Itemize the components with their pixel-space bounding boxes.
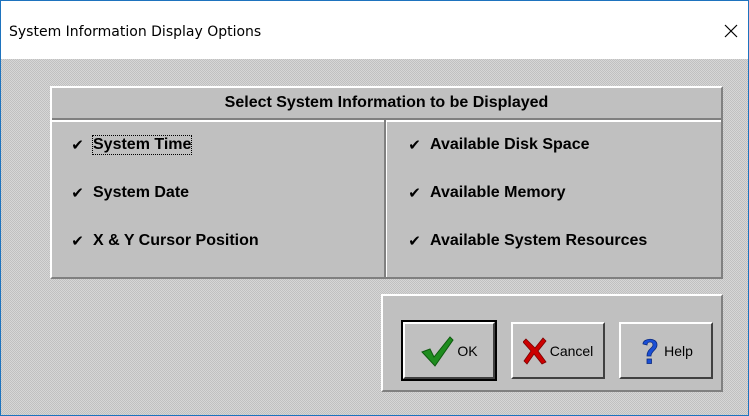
help-button[interactable]: Help <box>619 322 713 379</box>
column-divider <box>384 120 387 277</box>
ok-button[interactable]: OK <box>401 320 497 381</box>
cancel-button[interactable]: Cancel <box>511 322 605 379</box>
checkbox-label: System Date <box>93 184 190 201</box>
button-panel: OK Cancel Help <box>381 294 723 392</box>
checkbox-label: X & Y Cursor Position <box>93 232 259 249</box>
check-icon <box>420 335 455 367</box>
checkbox-check-icon: ✔ <box>71 183 84 202</box>
checkbox-label: Available System Resources <box>430 232 648 249</box>
help-label: Help <box>664 342 693 359</box>
checkbox-system-resources[interactable]: ✔ Available System Resources <box>408 232 647 250</box>
close-icon <box>724 24 738 38</box>
title-bar: System Information Display Options <box>1 1 748 59</box>
checkbox-cursor-position[interactable]: ✔ X & Y Cursor Position <box>71 231 259 250</box>
checkbox-available-memory[interactable]: ✔ Available Memory <box>408 184 565 202</box>
checkbox-label: Available Memory <box>430 184 566 201</box>
checkbox-system-date[interactable]: ✔ System Date <box>71 184 189 202</box>
checkbox-check-icon: ✔ <box>408 231 421 250</box>
checkbox-system-time[interactable]: ✔ System Time <box>71 135 193 155</box>
cancel-label: Cancel <box>549 342 594 359</box>
checkbox-label: Available Disk Space <box>430 136 590 153</box>
checkbox-check-icon: ✔ <box>408 183 421 202</box>
dialog-body: Select System Information to be Displaye… <box>1 59 748 415</box>
dialog-window: System Information Display Options Selec… <box>0 0 749 416</box>
checkbox-check-icon: ✔ <box>71 135 84 154</box>
checkbox-check-icon: ✔ <box>71 231 84 250</box>
window-title: System Information Display Options <box>9 24 262 40</box>
group-heading: Select System Information to be Displaye… <box>52 88 721 122</box>
ok-label: OK <box>457 342 478 359</box>
question-mark-icon <box>639 336 661 366</box>
checkbox-check-icon: ✔ <box>408 135 421 154</box>
display-options-group: Select System Information to be Displaye… <box>50 86 723 279</box>
checkbox-disk-space[interactable]: ✔ Available Disk Space <box>408 135 590 154</box>
checkbox-label: System Time <box>91 135 193 155</box>
close-button[interactable] <box>714 13 748 49</box>
cancel-x-icon <box>522 336 547 365</box>
